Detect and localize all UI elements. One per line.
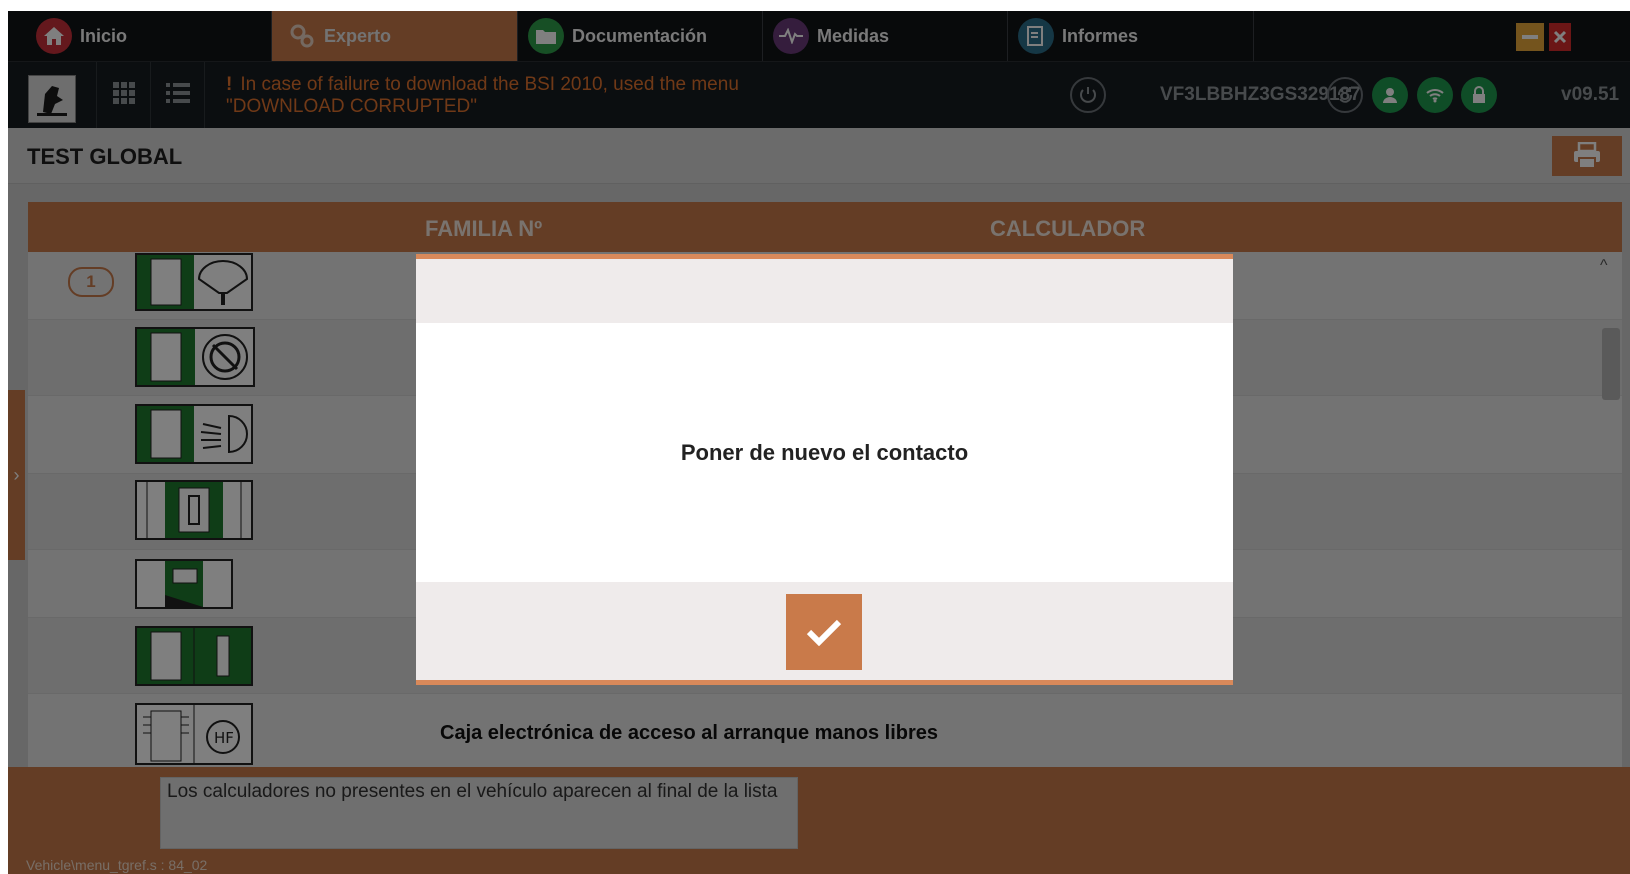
checkmark-icon [806,619,842,646]
dialog-message: Poner de nuevo el contacto [680,440,969,465]
dialog-footer [416,582,1233,680]
confirmation-dialog: Poner de nuevo el contacto [416,254,1233,685]
confirm-button[interactable] [786,594,862,670]
dialog-header [416,259,1233,323]
